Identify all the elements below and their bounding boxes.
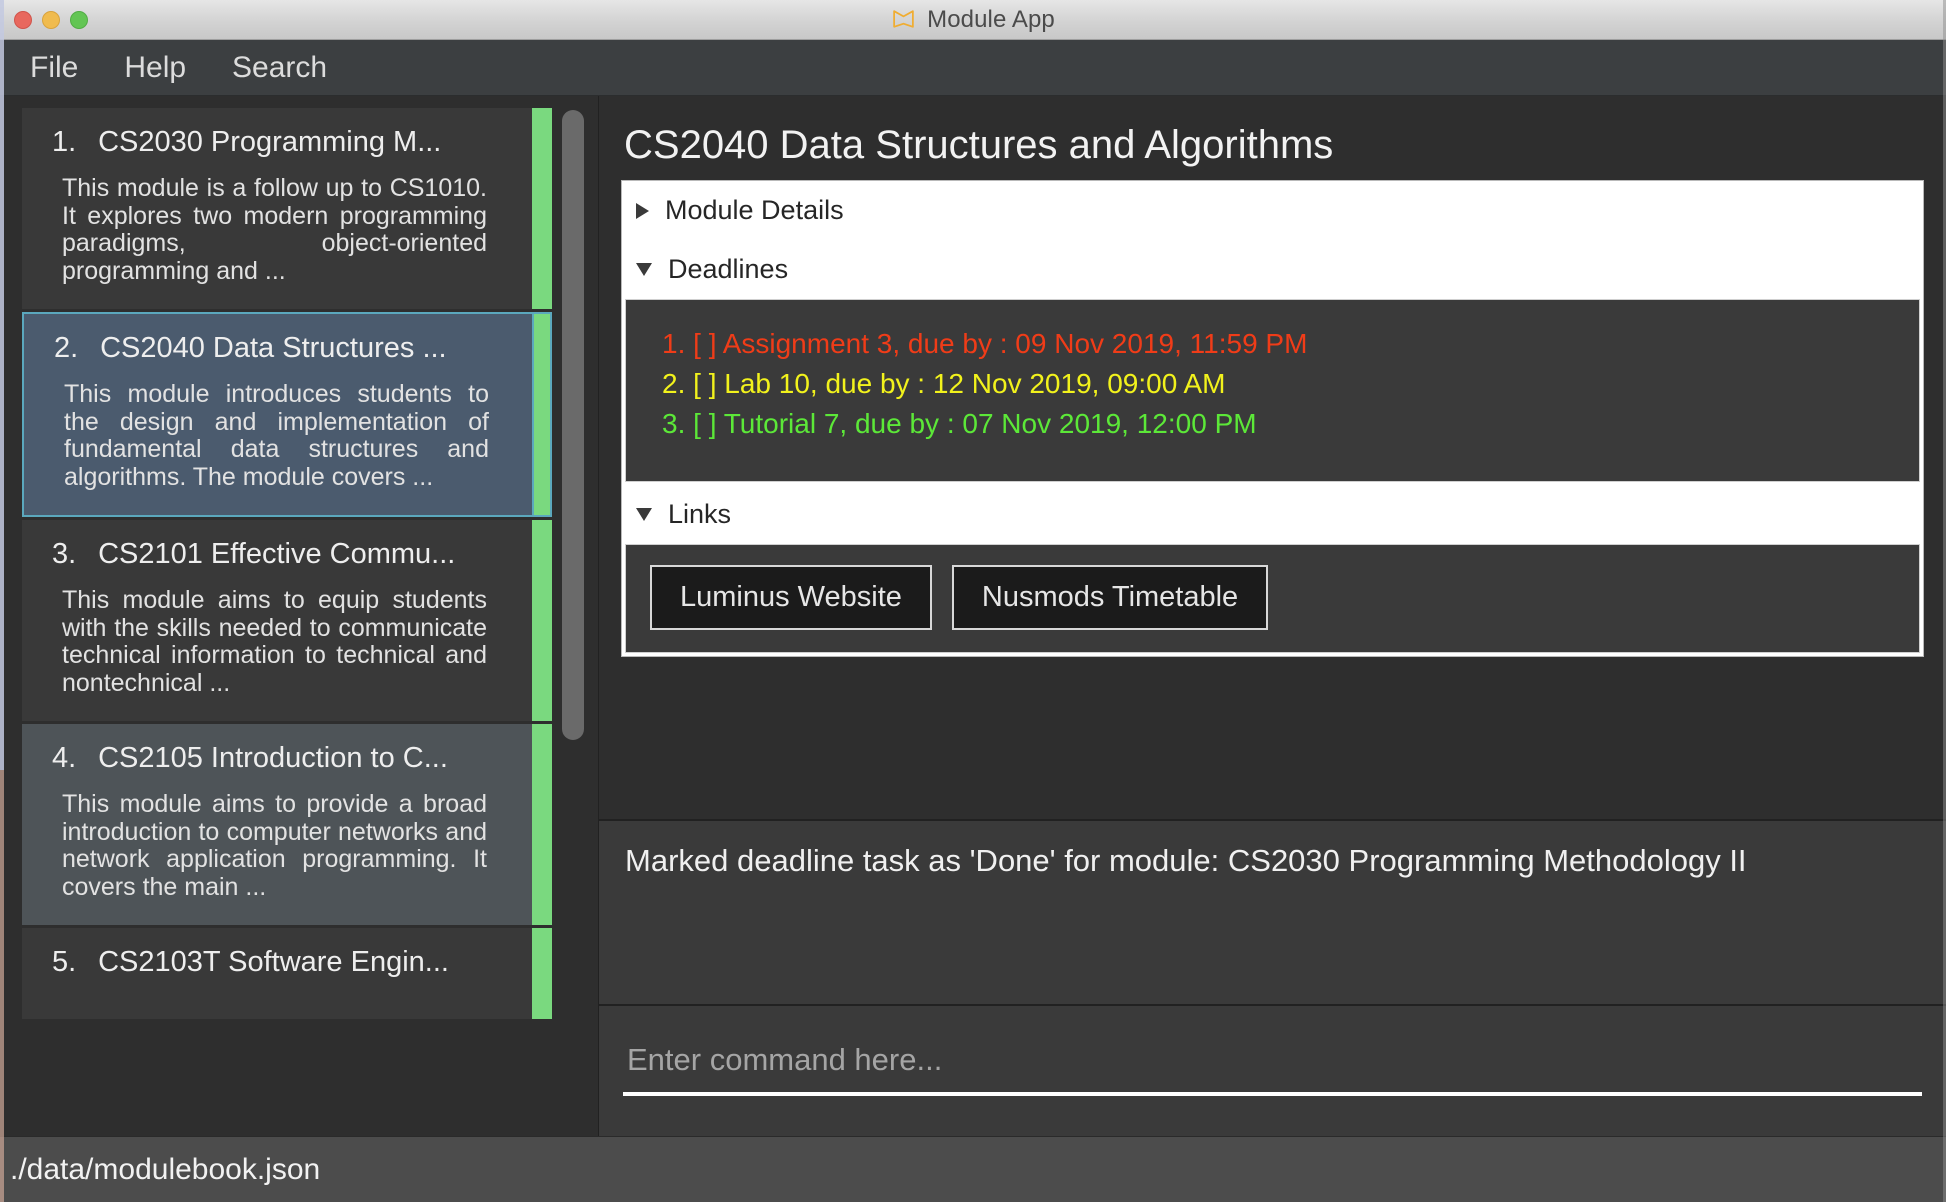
module-list-item-title: 4. CS2105 Introduction to C... bbox=[52, 742, 530, 775]
menu-help[interactable]: Help bbox=[124, 53, 186, 83]
menu-search[interactable]: Search bbox=[232, 53, 327, 83]
module-name: CS2030 Programming M... bbox=[98, 126, 441, 158]
module-description: This module aims to provide a broad intr… bbox=[52, 791, 487, 901]
module-list-item-1[interactable]: 1. CS2030 Programming M... This module i… bbox=[22, 108, 552, 309]
status-bar: ./data/modulebook.json bbox=[0, 1136, 1946, 1202]
module-list-scrollbar[interactable] bbox=[562, 110, 584, 1118]
save-location-path: ./data/modulebook.json bbox=[10, 1153, 320, 1187]
caret-down-icon bbox=[636, 263, 652, 276]
command-box bbox=[599, 1006, 1946, 1136]
main-split: 1. CS2030 Programming M... This module i… bbox=[0, 96, 1946, 1136]
close-button[interactable] bbox=[14, 11, 32, 29]
module-list-item-title: 3. CS2101 Effective Commu... bbox=[52, 538, 530, 571]
module-description: This module aims to equip students with … bbox=[52, 587, 487, 697]
page-title: CS2040 Data Structures and Algorithms bbox=[624, 123, 1924, 168]
menu-file[interactable]: File bbox=[30, 53, 78, 83]
status-bar-indicator bbox=[532, 928, 552, 1019]
module-list-item-title: 1. CS2030 Programming M... bbox=[52, 126, 530, 159]
result-message: Marked deadline task as 'Done' for modul… bbox=[625, 843, 1924, 880]
window-edge-left-lower bbox=[0, 770, 4, 1202]
module-index: 2. bbox=[54, 332, 92, 365]
module-list-item-title: 5. CS2103T Software Engin... bbox=[52, 946, 530, 979]
caret-down-icon bbox=[636, 508, 652, 521]
module-accordion: Module Details Deadlines 1. [ ] Assignme… bbox=[621, 180, 1924, 657]
module-list-item-2[interactable]: 2. CS2040 Data Structures ... This modul… bbox=[22, 312, 552, 517]
module-list: 1. CS2030 Programming M... This module i… bbox=[22, 108, 552, 1022]
accordion-header-deadlines[interactable]: Deadlines bbox=[622, 240, 1923, 299]
module-name: CS2105 Introduction to C... bbox=[98, 742, 448, 774]
deadline-item-3[interactable]: 3. [ ] Tutorial 7, due by : 07 Nov 2019,… bbox=[626, 404, 1919, 444]
nusmods-timetable-button[interactable]: Nusmods Timetable bbox=[952, 565, 1268, 630]
accordion-header-module-details[interactable]: Module Details bbox=[622, 181, 1923, 240]
module-description: This module introduces students to the d… bbox=[54, 381, 489, 491]
accordion-label: Deadlines bbox=[668, 254, 788, 285]
minimize-button[interactable] bbox=[42, 11, 60, 29]
module-index: 5. bbox=[52, 946, 90, 979]
window-title-group: Module App bbox=[0, 0, 1946, 40]
scrollbar-thumb[interactable] bbox=[562, 110, 584, 740]
module-detail-pane: CS2040 Data Structures and Algorithms Mo… bbox=[599, 96, 1946, 1136]
command-input[interactable] bbox=[623, 1042, 1922, 1096]
module-list-item-3[interactable]: 3. CS2101 Effective Commu... This module… bbox=[22, 520, 552, 721]
deadlines-panel: 1. [ ] Assignment 3, due by : 09 Nov 201… bbox=[625, 299, 1920, 482]
accordion-label: Module Details bbox=[665, 195, 844, 226]
book-icon bbox=[891, 7, 916, 32]
module-index: 1. bbox=[52, 126, 90, 159]
window-controls bbox=[14, 0, 88, 40]
status-bar-indicator bbox=[532, 520, 552, 721]
module-name: CS2101 Effective Commu... bbox=[98, 538, 455, 570]
module-list-item-4[interactable]: 4. CS2105 Introduction to C... This modu… bbox=[22, 724, 552, 925]
app-window: Module App File Help Search 1. CS2030 Pr… bbox=[0, 0, 1946, 1202]
deadline-item-2[interactable]: 2. [ ] Lab 10, due by : 12 Nov 2019, 09:… bbox=[626, 364, 1919, 404]
status-bar-indicator bbox=[532, 724, 552, 925]
module-list-item-5[interactable]: 5. CS2103T Software Engin... bbox=[22, 928, 552, 1019]
window-titlebar: Module App bbox=[0, 0, 1946, 40]
links-panel: Luminus Website Nusmods Timetable bbox=[625, 544, 1920, 653]
caret-right-icon bbox=[636, 203, 649, 219]
module-list-item-title: 2. CS2040 Data Structures ... bbox=[54, 332, 528, 365]
module-list-pane: 1. CS2030 Programming M... This module i… bbox=[0, 96, 599, 1136]
result-display-box: Marked deadline task as 'Done' for modul… bbox=[599, 821, 1946, 1006]
luminus-website-button[interactable]: Luminus Website bbox=[650, 565, 932, 630]
window-title: Module App bbox=[927, 6, 1055, 34]
accordion-label: Links bbox=[668, 499, 731, 530]
module-name: CS2040 Data Structures ... bbox=[100, 332, 447, 364]
status-bar-indicator bbox=[532, 108, 552, 309]
maximize-button[interactable] bbox=[70, 11, 88, 29]
accordion-header-links[interactable]: Links bbox=[622, 485, 1923, 544]
deadline-item-1[interactable]: 1. [ ] Assignment 3, due by : 09 Nov 201… bbox=[626, 324, 1919, 364]
module-index: 3. bbox=[52, 538, 90, 571]
status-bar-indicator bbox=[532, 312, 552, 517]
menu-bar: File Help Search bbox=[0, 40, 1946, 96]
window-edge-left-upper bbox=[0, 0, 4, 770]
module-name: CS2103T Software Engin... bbox=[98, 946, 449, 978]
module-detail-content: CS2040 Data Structures and Algorithms Mo… bbox=[599, 96, 1946, 821]
module-index: 4. bbox=[52, 742, 90, 775]
module-description: This module is a follow up to CS1010. It… bbox=[52, 175, 487, 285]
